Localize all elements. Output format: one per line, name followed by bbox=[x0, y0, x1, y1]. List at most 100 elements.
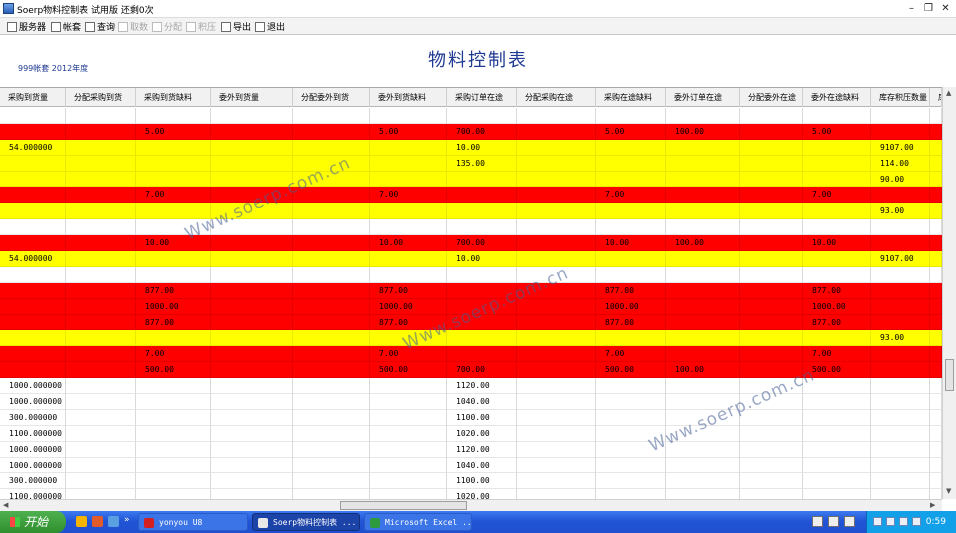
table-cell[interactable] bbox=[596, 378, 666, 395]
table-cell[interactable] bbox=[0, 362, 66, 379]
table-cell[interactable] bbox=[136, 409, 211, 426]
table-cell[interactable] bbox=[930, 251, 942, 267]
table-cell[interactable] bbox=[517, 187, 596, 204]
table-cell[interactable] bbox=[930, 298, 942, 315]
table-cell[interactable] bbox=[211, 314, 293, 331]
table-cell[interactable] bbox=[930, 362, 942, 379]
table-cell[interactable] bbox=[293, 123, 370, 140]
table-cell[interactable] bbox=[447, 219, 517, 236]
table-cell[interactable] bbox=[666, 282, 740, 299]
tray-app-icon[interactable] bbox=[912, 517, 921, 526]
table-cell[interactable] bbox=[666, 139, 740, 156]
table-cell[interactable] bbox=[740, 473, 803, 490]
table-cell[interactable] bbox=[370, 457, 447, 474]
table-cell[interactable] bbox=[803, 330, 871, 347]
table-cell[interactable] bbox=[293, 425, 370, 442]
table-cell[interactable] bbox=[930, 187, 942, 204]
table-row[interactable]: 1000.00 1000.00 1000.00 1000.00 bbox=[0, 298, 942, 315]
tray-network-icon[interactable] bbox=[873, 517, 882, 526]
table-cell[interactable] bbox=[293, 330, 370, 347]
table-cell[interactable] bbox=[930, 203, 942, 220]
table-cell[interactable] bbox=[136, 203, 211, 220]
table-cell[interactable] bbox=[136, 378, 211, 395]
table-cell[interactable] bbox=[871, 298, 930, 315]
table-cell[interactable] bbox=[211, 457, 293, 474]
table-row[interactable]: 877.00 877.00 877.00 877.00 bbox=[0, 282, 942, 299]
table-cell[interactable] bbox=[66, 441, 136, 458]
table-cell[interactable] bbox=[803, 203, 871, 220]
table-cell[interactable] bbox=[293, 489, 370, 499]
table-cell[interactable] bbox=[370, 473, 447, 490]
table-cell[interactable]: 7.00 bbox=[803, 346, 871, 363]
table-cell[interactable] bbox=[136, 330, 211, 347]
column-header[interactable]: 分配采购到货 bbox=[66, 88, 136, 107]
table-cell[interactable] bbox=[803, 108, 871, 124]
table-cell[interactable] bbox=[517, 123, 596, 140]
allocate-button[interactable]: 分配 bbox=[152, 20, 182, 33]
table-cell[interactable]: 1020.00 bbox=[447, 489, 517, 499]
table-cell[interactable] bbox=[666, 171, 740, 188]
table-row[interactable]: 93.00 bbox=[0, 203, 942, 220]
table-cell[interactable]: 1120.00 bbox=[447, 441, 517, 458]
table-cell[interactable] bbox=[0, 108, 66, 124]
table-cell[interactable] bbox=[370, 378, 447, 395]
column-header[interactable]: 委外到货量 bbox=[211, 88, 293, 107]
vertical-scroll-thumb[interactable] bbox=[945, 359, 954, 391]
table-cell[interactable] bbox=[517, 409, 596, 426]
table-cell[interactable] bbox=[293, 457, 370, 474]
table-cell[interactable] bbox=[740, 219, 803, 236]
table-cell[interactable]: 10.00 bbox=[447, 251, 517, 267]
table-cell[interactable] bbox=[293, 139, 370, 156]
column-header[interactable]: 委外到货缺料 bbox=[370, 88, 447, 107]
table-cell[interactable] bbox=[293, 171, 370, 188]
table-cell[interactable] bbox=[293, 314, 370, 331]
table-cell[interactable] bbox=[871, 346, 930, 363]
table-cell[interactable] bbox=[871, 425, 930, 442]
table-cell[interactable] bbox=[211, 378, 293, 395]
tray-security-icon[interactable] bbox=[886, 517, 895, 526]
table-row[interactable]: 1100.000000 1020.00 bbox=[0, 489, 942, 499]
server-button[interactable]: 服务器 bbox=[7, 20, 46, 33]
table-cell[interactable]: 877.00 bbox=[136, 314, 211, 331]
table-row[interactable] bbox=[0, 108, 942, 124]
table-cell[interactable] bbox=[66, 171, 136, 188]
table-cell[interactable] bbox=[517, 425, 596, 442]
table-cell[interactable] bbox=[66, 108, 136, 124]
table-cell[interactable] bbox=[871, 266, 930, 283]
table-cell[interactable]: 700.00 bbox=[447, 235, 517, 252]
table-cell[interactable]: 10.00 bbox=[370, 235, 447, 252]
table-cell[interactable] bbox=[517, 314, 596, 331]
table-cell[interactable] bbox=[517, 282, 596, 299]
table-cell[interactable] bbox=[871, 282, 930, 299]
table-cell[interactable] bbox=[211, 489, 293, 499]
table-cell[interactable]: 500.00 bbox=[803, 362, 871, 379]
table-cell[interactable] bbox=[596, 108, 666, 124]
account-book-button[interactable]: 帐套 bbox=[51, 20, 81, 33]
table-cell[interactable]: 877.00 bbox=[370, 314, 447, 331]
table-cell[interactable] bbox=[517, 489, 596, 499]
table-cell[interactable] bbox=[666, 187, 740, 204]
table-cell[interactable] bbox=[66, 298, 136, 315]
table-cell[interactable] bbox=[803, 171, 871, 188]
table-cell[interactable] bbox=[517, 330, 596, 347]
table-cell[interactable] bbox=[66, 394, 136, 410]
table-cell[interactable]: 700.00 bbox=[447, 123, 517, 140]
table-cell[interactable] bbox=[0, 219, 66, 236]
table-cell[interactable] bbox=[517, 394, 596, 410]
table-cell[interactable] bbox=[0, 155, 66, 172]
table-cell[interactable] bbox=[930, 346, 942, 363]
table-cell[interactable] bbox=[517, 362, 596, 379]
table-cell[interactable] bbox=[803, 409, 871, 426]
table-row[interactable]: 1000.000000 1120.00 bbox=[0, 378, 942, 395]
table-cell[interactable] bbox=[136, 425, 211, 442]
table-cell[interactable]: 54.000000 bbox=[0, 251, 66, 267]
table-cell[interactable]: 1000.00 bbox=[803, 298, 871, 315]
table-cell[interactable] bbox=[0, 171, 66, 188]
table-cell[interactable] bbox=[740, 251, 803, 267]
table-row[interactable]: 1000.000000 1040.00 bbox=[0, 457, 942, 474]
horizontal-scroll-thumb[interactable] bbox=[340, 501, 467, 510]
table-cell[interactable] bbox=[740, 155, 803, 172]
table-cell[interactable]: 877.00 bbox=[136, 282, 211, 299]
fetch-data-button[interactable]: 取数 bbox=[118, 20, 148, 33]
table-cell[interactable]: 93.00 bbox=[871, 203, 930, 220]
